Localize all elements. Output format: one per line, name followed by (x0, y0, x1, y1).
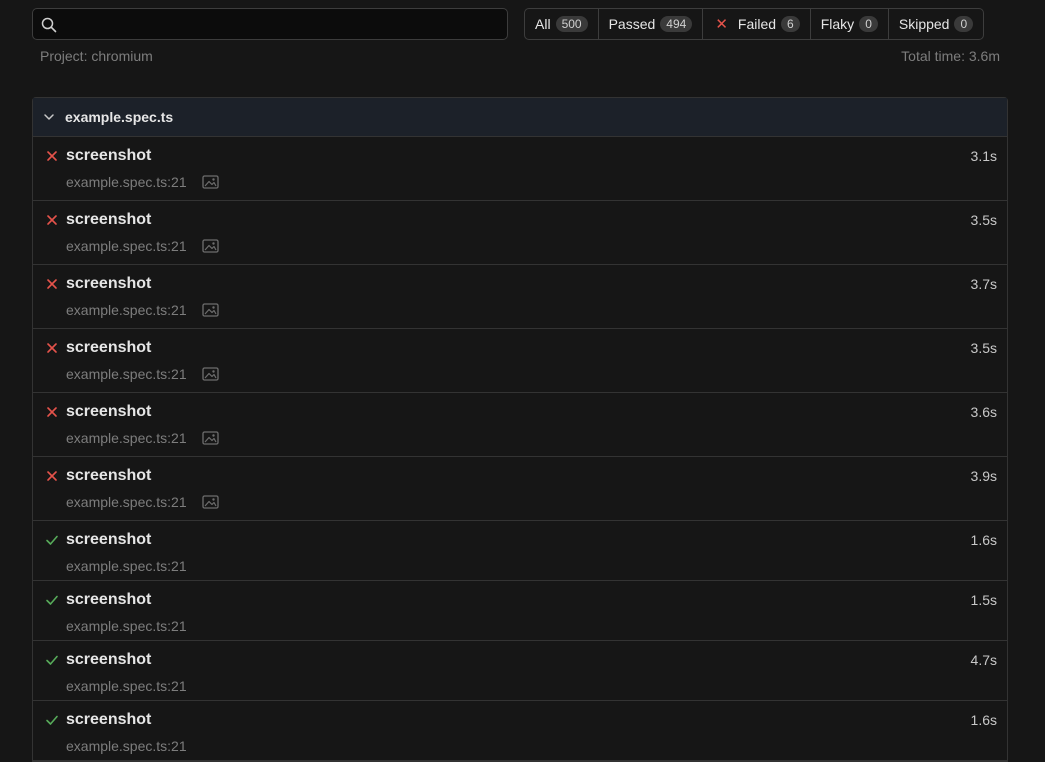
filter-passed-label: Passed (608, 16, 656, 32)
test-row[interactable]: screenshot example.spec.ts:21 3.5s (33, 329, 1007, 393)
search-box[interactable] (32, 8, 508, 40)
test-location[interactable]: example.spec.ts:21 (66, 238, 187, 254)
suite-header[interactable]: example.spec.ts (33, 98, 1007, 137)
x-icon (45, 405, 59, 419)
test-title[interactable]: screenshot (66, 403, 151, 421)
test-title[interactable]: screenshot (66, 591, 151, 609)
image-icon[interactable] (202, 175, 219, 194)
filter-flaky-label: Flaky (820, 16, 855, 32)
test-title[interactable]: screenshot (66, 147, 151, 165)
test-duration: 3.5s (970, 340, 997, 356)
test-duration: 1.6s (970, 532, 997, 548)
total-time: Total time: 3.6m (901, 48, 1000, 64)
test-title[interactable]: screenshot (66, 651, 151, 669)
x-icon: ✕ (715, 16, 728, 33)
check-icon (45, 533, 59, 547)
filter-flaky-count: 0 (859, 16, 878, 32)
test-duration: 3.6s (970, 404, 997, 420)
test-title[interactable]: screenshot (66, 211, 151, 229)
test-duration: 3.7s (970, 276, 997, 292)
test-duration: 1.6s (970, 712, 997, 728)
test-row[interactable]: screenshot example.spec.ts:21 3.1s (33, 137, 1007, 201)
x-icon (45, 213, 59, 227)
x-icon (45, 277, 59, 291)
image-icon[interactable] (202, 239, 219, 258)
project-label: Project: chromium (40, 48, 153, 64)
test-duration: 3.9s (970, 468, 997, 484)
test-suite: example.spec.ts screenshot example.spec.t… (32, 97, 1008, 762)
image-icon[interactable] (202, 495, 219, 514)
filter-skipped[interactable]: Skipped 0 (887, 9, 983, 39)
test-row[interactable]: screenshot example.spec.ts:21 3.7s (33, 265, 1007, 329)
test-duration: 1.5s (970, 592, 997, 608)
test-title[interactable]: screenshot (66, 531, 151, 549)
check-icon (45, 653, 59, 667)
test-location[interactable]: example.spec.ts:21 (66, 618, 187, 634)
filter-skipped-count: 0 (954, 16, 974, 32)
filter-all-count: 500 (555, 16, 588, 32)
test-location[interactable]: example.spec.ts:21 (66, 738, 187, 754)
test-location[interactable]: example.spec.ts:21 (66, 174, 187, 190)
x-icon (45, 149, 59, 163)
filter-flaky[interactable]: Flaky 0 (809, 9, 888, 39)
filter-skipped-label: Skipped (898, 16, 950, 32)
test-title[interactable]: screenshot (66, 711, 151, 729)
image-icon[interactable] (202, 431, 219, 450)
test-list: screenshot example.spec.ts:21 3.1s screensh… (33, 137, 1007, 761)
filter-failed-count: 6 (781, 16, 800, 32)
test-duration: 4.7s (970, 652, 997, 668)
x-icon (45, 341, 59, 355)
check-icon (45, 593, 59, 607)
filter-passed[interactable]: Passed 494 (597, 9, 703, 39)
test-row[interactable]: screenshot example.spec.ts:21 3.6s (33, 393, 1007, 457)
chevron-down-icon (43, 111, 55, 123)
search-icon (41, 17, 57, 33)
test-row[interactable]: screenshot example.spec.ts:21 4.7s (33, 641, 1007, 701)
filter-all[interactable]: All 500 (525, 9, 598, 39)
test-title[interactable]: screenshot (66, 467, 151, 485)
status-filter-bar: All 500 Passed 494 ✕ Failed 6 Flaky 0 Sk… (524, 8, 985, 40)
image-icon[interactable] (202, 303, 219, 322)
test-location[interactable]: example.spec.ts:21 (66, 494, 187, 510)
test-row[interactable]: screenshot example.spec.ts:21 1.6s (33, 701, 1007, 761)
filter-failed[interactable]: ✕ Failed 6 (702, 9, 809, 39)
test-duration: 3.1s (970, 148, 997, 164)
test-location[interactable]: example.spec.ts:21 (66, 678, 187, 694)
test-duration: 3.5s (970, 212, 997, 228)
test-title[interactable]: screenshot (66, 275, 151, 293)
search-input[interactable] (63, 13, 497, 37)
test-location[interactable]: example.spec.ts:21 (66, 302, 187, 318)
check-icon (45, 713, 59, 727)
image-icon[interactable] (202, 367, 219, 386)
filter-all-label: All (535, 16, 551, 32)
test-location[interactable]: example.spec.ts:21 (66, 558, 187, 574)
test-row[interactable]: screenshot example.spec.ts:21 1.6s (33, 521, 1007, 581)
filter-failed-label: Failed (737, 16, 777, 32)
top-bar: All 500 Passed 494 ✕ Failed 6 Flaky 0 Sk… (32, 8, 1008, 40)
filter-passed-count: 494 (660, 16, 693, 32)
test-row[interactable]: screenshot example.spec.ts:21 3.5s (33, 201, 1007, 265)
x-icon (45, 469, 59, 483)
test-row[interactable]: screenshot example.spec.ts:21 1.5s (33, 581, 1007, 641)
test-location[interactable]: example.spec.ts:21 (66, 430, 187, 446)
test-location[interactable]: example.spec.ts:21 (66, 366, 187, 382)
test-row[interactable]: screenshot example.spec.ts:21 3.9s (33, 457, 1007, 521)
test-title[interactable]: screenshot (66, 339, 151, 357)
suite-name: example.spec.ts (65, 109, 174, 125)
